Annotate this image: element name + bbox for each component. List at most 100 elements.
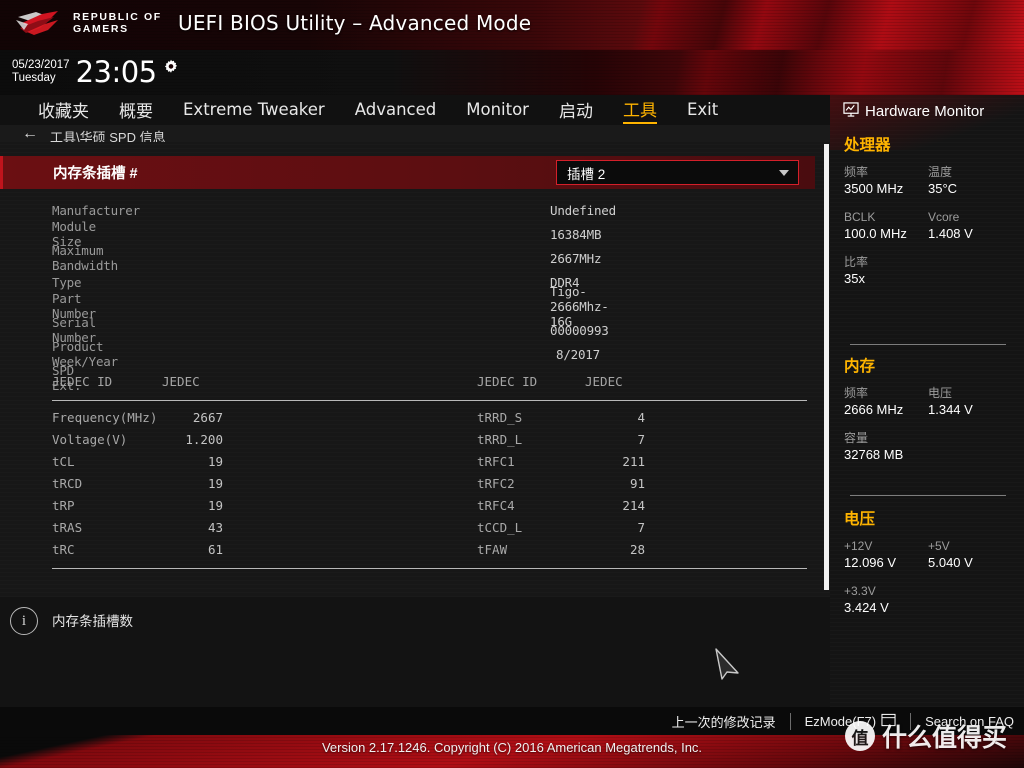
hardware-monitor-title-label: Hardware Monitor <box>865 103 985 120</box>
date-text: 05/23/2017 <box>12 59 70 71</box>
content-scrollbar[interactable] <box>824 144 829 590</box>
rog-logo: REPUBLIC OF GAMERS <box>14 8 162 38</box>
last-modified-label: 上一次的修改记录 <box>671 714 776 730</box>
hardware-monitor-title: Hardware Monitor <box>843 102 984 121</box>
hw-cell-memory-voltage: 电压 1.344 V <box>928 385 1012 419</box>
timing-name-voltage: Voltage(V) <box>52 432 128 447</box>
menu-item-monitor[interactable]: Monitor <box>466 100 529 120</box>
hw-section-memory-heading: 内存 <box>844 358 876 375</box>
memory-slot-label: 内存条插槽 # <box>53 166 138 182</box>
menu-item-advanced[interactable]: Advanced <box>355 100 437 120</box>
header-bar: REPUBLIC OF GAMERS UEFI BIOS Utility – A… <box>0 0 1024 50</box>
rog-brand-line1: REPUBLIC OF <box>73 11 162 23</box>
hardware-monitor-panel: Hardware Monitor 处理器 频率 3500 MHz 温度 35°C… <box>830 95 1024 707</box>
hw-value-cpu-temperature: 35°C <box>928 181 958 196</box>
help-text: 内存条插槽数 <box>52 614 133 629</box>
timing-left-col1-header: JEDEC ID <box>52 374 113 389</box>
timing-table-right: JEDEC ID JEDEC tRRD_S 4 tRRD_L 7 tRFC1 2… <box>425 374 805 557</box>
hw-value-5v: 5.040 V <box>928 555 973 570</box>
clock-text: 23:05 <box>75 55 158 89</box>
gear-icon[interactable] <box>163 59 179 80</box>
hw-key-3-3v: +3.3V <box>844 584 876 598</box>
watermark-badge: 值 <box>845 721 875 751</box>
hw-key-memory-frequency: 频率 <box>844 386 869 400</box>
menu-item-extreme-tweaker[interactable]: Extreme Tweaker <box>183 100 325 120</box>
hw-key-memory-capacity: 容量 <box>844 431 869 445</box>
timing-table-rule-top <box>52 400 807 401</box>
weekday-text: Tuesday <box>12 72 56 84</box>
rog-logo-icon <box>14 8 64 38</box>
hw-divider-2 <box>850 495 1006 496</box>
menu-item-favorites[interactable]: 收藏夹 <box>38 97 89 123</box>
info-key-type: Type <box>52 274 82 290</box>
timing-value-trfc2: 91 <box>629 476 645 491</box>
hw-key-cpu-temperature: 温度 <box>928 165 953 179</box>
timing-name-trrd-l: tRRD_L <box>477 432 523 447</box>
timing-name-trrd-s: tRRD_S <box>477 410 523 425</box>
hw-section-cpu: 处理器 频率 3500 MHz 温度 35°C BCLK 100.0 MHz V… <box>844 133 1012 299</box>
timing-table-left: JEDEC ID JEDEC Frequency(MHz) 2667 Volta… <box>0 374 807 557</box>
timing-name-trcd: tRCD <box>52 476 83 491</box>
hw-section-cpu-grid: 频率 3500 MHz 温度 35°C BCLK 100.0 MHz Vcore… <box>844 164 1012 299</box>
timing-value-trfc4: 214 <box>622 498 645 513</box>
timing-value-voltage: 1.200 <box>185 432 223 447</box>
info-value-product-week-year: 8/2017 <box>556 346 600 362</box>
rog-brand-line2: GAMERS <box>73 23 129 35</box>
timing-name-trfc1: tRFC1 <box>477 454 515 469</box>
hw-key-12v: +12V <box>844 539 873 553</box>
hw-section-voltage-heading: 电压 <box>844 511 876 528</box>
timing-value-tfaw: 28 <box>629 542 645 557</box>
table-row: tCCD_L 7 <box>425 520 805 542</box>
timing-value-trc: 61 <box>207 542 223 557</box>
timing-value-tcl: 19 <box>207 454 223 469</box>
timing-name-trc: tRC <box>52 542 75 557</box>
hw-cell-3-3v: +3.3V 3.424 V <box>844 583 1012 617</box>
hw-key-bclk: BCLK <box>844 210 876 224</box>
hw-section-voltage-grid: +12V 12.096 V +5V 5.040 V +3.3V 3.424 V <box>844 538 1012 628</box>
menu-item-boot[interactable]: 启动 <box>559 97 593 123</box>
hw-value-memory-capacity: 32768 MB <box>844 447 904 462</box>
hw-value-bclk: 100.0 MHz <box>844 226 907 241</box>
date-block: 05/23/2017 Tuesday <box>12 57 70 85</box>
mouse-pointer-icon <box>712 646 742 685</box>
menu-item-tool[interactable]: 工具 <box>622 96 657 124</box>
chevron-down-icon <box>779 169 789 176</box>
last-modified-button[interactable]: 上一次的修改记录 <box>672 712 776 731</box>
hw-section-voltage: 电压 +12V 12.096 V +5V 5.040 V +3.3V 3.424… <box>844 507 1012 628</box>
table-row: tRCD 19 <box>0 476 380 498</box>
hw-cell-bclk: BCLK 100.0 MHz <box>844 209 928 243</box>
timing-name-tccd-l: tCCD_L <box>477 520 523 535</box>
info-value-maximum-bandwidth: 2667MHz <box>550 250 602 266</box>
hw-cell-5v: +5V 5.040 V <box>928 538 1012 572</box>
hw-cell-memory-capacity: 容量 32768 MB <box>844 430 1012 464</box>
hw-section-memory: 内存 频率 2666 MHz 电压 1.344 V 容量 32768 MB <box>844 354 1012 475</box>
hw-section-memory-grid: 频率 2666 MHz 电压 1.344 V 容量 32768 MB <box>844 385 1012 475</box>
timing-value-trp: 19 <box>207 498 223 513</box>
info-key-manufacturer: Manufacturer <box>52 202 140 218</box>
menu-item-exit[interactable]: Exit <box>687 100 718 120</box>
table-row: tRFC2 91 <box>425 476 805 498</box>
hw-key-cpu-frequency: 频率 <box>844 165 869 179</box>
info-value-serial-number: 00000993 <box>550 322 609 338</box>
table-row: tFAW 28 <box>425 542 805 564</box>
hw-key-vcore: Vcore <box>928 210 960 224</box>
back-arrow-icon[interactable]: ← <box>22 125 38 141</box>
table-row: tRFC1 211 <box>425 454 805 476</box>
monitor-icon <box>843 102 859 121</box>
hw-cell-12v: +12V 12.096 V <box>844 538 928 572</box>
table-row: tRAS 43 <box>0 520 380 542</box>
hw-value-3-3v: 3.424 V <box>844 600 889 615</box>
timing-table-left-header: JEDEC ID JEDEC <box>0 374 380 396</box>
timing-right-col2-header: JEDEC <box>585 374 623 389</box>
timing-value-tccd-l: 7 <box>637 520 645 535</box>
table-row: tCL 19 <box>0 454 380 476</box>
timing-name-tras: tRAS <box>52 520 83 535</box>
table-row: tRP 19 <box>0 498 380 520</box>
menu-item-main[interactable]: 概要 <box>119 97 153 123</box>
hw-value-12v: 12.096 V <box>844 555 897 570</box>
timing-value-trcd: 19 <box>207 476 223 491</box>
bottom-divider-1 <box>789 712 791 730</box>
table-row: tRC 61 <box>0 542 380 564</box>
memory-slot-select[interactable]: 插槽 2 <box>556 160 799 185</box>
timing-value-frequency: 2667 <box>192 410 223 425</box>
